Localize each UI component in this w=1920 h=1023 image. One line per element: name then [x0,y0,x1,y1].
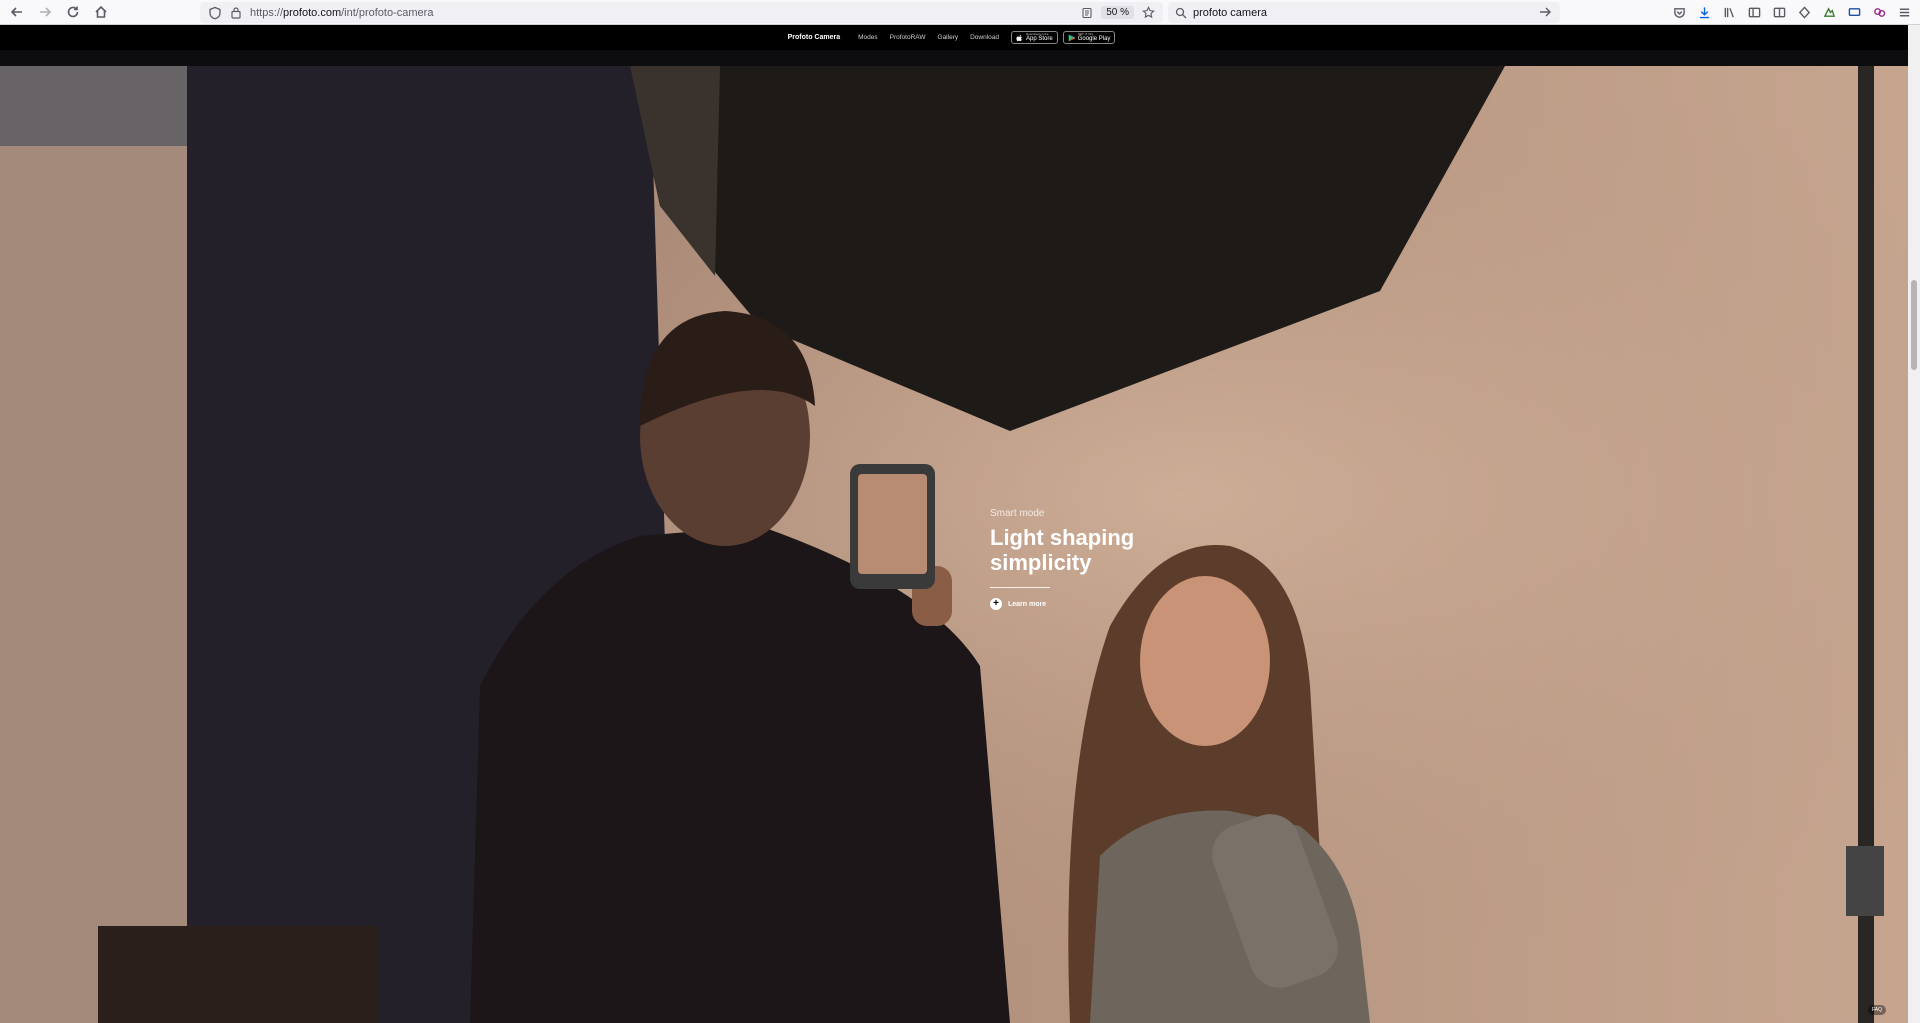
search-bar[interactable]: profoto camera [1168,2,1560,23]
vertical-scrollbar[interactable] [1908,25,1920,1023]
sidebar-icon [1748,7,1760,18]
url-path: /int/profoto-camera [341,6,434,19]
extension-button-1[interactable] [1796,5,1812,21]
hero-divider [990,587,1050,588]
phone-screen [858,474,927,574]
extension-button-2[interactable] [1821,5,1837,21]
url-domain: profoto.com [283,6,342,19]
lock-icon[interactable] [230,6,242,19]
back-button[interactable] [6,1,28,23]
hero-text-block: Smart mode Light shaping simplicity + Le… [990,508,1160,610]
stand-clamp [1846,846,1884,916]
arrow-right-icon [40,7,52,17]
nav-brand[interactable]: Profoto Camera [788,34,841,41]
learn-more-link[interactable]: + Learn more [990,598,1160,610]
browser-toolbar: https://profoto.com/int/profoto-camera 5… [0,0,1920,25]
hero-headline: Light shaping simplicity [990,525,1135,575]
search-icon [1175,7,1187,18]
forward-button[interactable] [34,1,56,23]
search-input[interactable]: profoto camera [1193,7,1267,19]
app-store-badge[interactable]: Download on the App Store [1011,31,1058,44]
site-nav: Profoto Camera Modes ProfotoRAW Gallery … [0,25,1908,50]
extension-icon [1823,7,1835,17]
url-prefix: https:// [250,6,284,19]
learn-more-label: Learn more [1008,600,1047,608]
arrow-left-icon [10,7,22,17]
library-icon [1724,7,1734,18]
cabinet [98,926,378,1023]
account-button[interactable] [1871,5,1887,21]
google-play-badge[interactable]: GET IT ON Google Play [1062,31,1116,44]
app-store-label: App Store [1026,36,1053,42]
hero-section: Smart mode Light shaping simplicity + Le… [0,66,1908,1023]
hamburger-menu-icon [1899,8,1909,17]
search-go-icon[interactable] [1538,5,1552,19]
reload-icon [67,6,79,18]
scrollbar-thumb[interactable] [1911,280,1917,370]
account-icon [1873,8,1885,17]
nav-link-download[interactable]: Download [970,34,999,41]
download-icon [1699,7,1709,19]
left-wall-top [0,66,187,146]
split-view-icon [1773,7,1785,18]
home-icon [95,5,107,18]
google-play-label: Google Play [1077,36,1111,42]
bookmark-star-icon[interactable] [1142,6,1155,19]
apple-icon [1016,34,1022,41]
diamond-icon [1798,6,1810,19]
toolbar-right-icons [1671,0,1912,25]
address-bar[interactable]: https://profoto.com/int/profoto-camera 5… [200,2,1163,23]
google-play-icon [1068,34,1075,41]
downloads-button[interactable] [1696,5,1712,21]
hero-eyebrow: Smart mode [990,508,1045,519]
home-button[interactable] [90,1,112,23]
left-wall [0,66,187,1023]
extension-button-3[interactable] [1846,5,1862,21]
nav-link-profotoraw[interactable]: ProfotoRAW [890,34,926,41]
sidebar-button[interactable] [1746,5,1762,21]
hero-photo [0,66,1908,1023]
pocket-icon [1673,8,1685,18]
url-text[interactable]: https://profoto.com/int/profoto-camera [250,7,433,19]
zoom-level[interactable]: 50 % [1101,6,1134,19]
reload-button[interactable] [62,1,84,23]
url-actions: 50 % [1081,2,1155,23]
pocket-button[interactable] [1671,5,1687,21]
reader-button[interactable] [1771,5,1787,21]
menu-button[interactable] [1896,5,1912,21]
nav-link-modes[interactable]: Modes [858,34,878,41]
library-button[interactable] [1721,5,1737,21]
plus-icon: + [990,598,1002,610]
reader-view-icon[interactable] [1081,7,1093,19]
subnav-bar [0,50,1908,66]
screen-icon [1848,8,1860,16]
faq-button[interactable]: FAQ [1867,1005,1886,1015]
nav-link-gallery[interactable]: Gallery [938,34,959,41]
shield-icon[interactable] [208,6,222,20]
